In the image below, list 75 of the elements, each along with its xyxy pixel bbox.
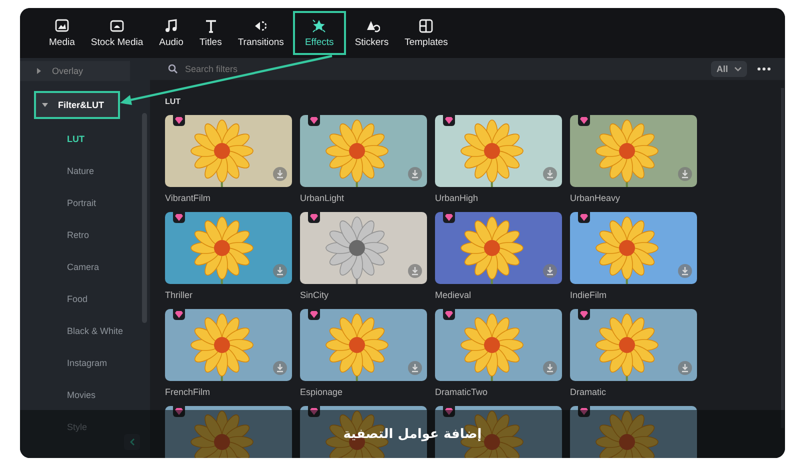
filter-thumbnail[interactable] bbox=[300, 309, 427, 381]
scrollbar[interactable] bbox=[781, 88, 784, 428]
subcategory-item[interactable]: Instagram bbox=[20, 347, 150, 379]
filter-name: IndieFilm bbox=[570, 290, 607, 300]
filter-thumbnail[interactable] bbox=[165, 309, 292, 381]
filter-thumbnail[interactable] bbox=[435, 309, 562, 381]
chevron-left-icon bbox=[129, 438, 135, 446]
tab[interactable]: Transitions bbox=[230, 11, 291, 55]
subcategory-item[interactable]: LUT bbox=[20, 123, 150, 155]
subcategory-item[interactable]: Movies bbox=[20, 379, 150, 411]
caret-right-icon bbox=[36, 68, 42, 74]
filter-thumbnail[interactable] bbox=[570, 115, 697, 187]
subcategory-item[interactable]: Nature bbox=[20, 155, 150, 187]
filter-thumbnail[interactable] bbox=[300, 115, 427, 187]
filter-thumbnail[interactable] bbox=[300, 212, 427, 284]
image-icon bbox=[54, 18, 70, 34]
subcategory-item[interactable]: Portrait bbox=[20, 187, 150, 219]
scrollbar[interactable] bbox=[142, 113, 147, 323]
download-icon[interactable] bbox=[273, 264, 287, 278]
subcategory-item[interactable]: Food bbox=[20, 283, 150, 315]
filter-dropdown[interactable]: All bbox=[711, 61, 747, 77]
music-note-icon bbox=[163, 18, 180, 34]
download-icon[interactable] bbox=[678, 264, 692, 278]
caret-down-icon bbox=[42, 102, 48, 108]
filter-name: FrenchFilm bbox=[165, 387, 210, 397]
collapse-button[interactable] bbox=[124, 434, 140, 450]
filter-thumbnail[interactable] bbox=[570, 212, 697, 284]
filter-name: Espionage bbox=[300, 387, 343, 397]
filter-thumbnail[interactable] bbox=[165, 406, 292, 458]
star-wand-icon bbox=[311, 18, 328, 34]
search-field[interactable]: Search filters bbox=[185, 64, 385, 74]
filter-name: Thriller bbox=[165, 290, 193, 300]
download-icon[interactable] bbox=[408, 264, 422, 278]
filter-name: Medieval bbox=[435, 290, 472, 300]
tab[interactable]: Titles bbox=[192, 11, 229, 55]
download-icon[interactable] bbox=[678, 167, 692, 181]
download-icon[interactable] bbox=[273, 361, 287, 375]
tab[interactable]: Templates bbox=[398, 11, 455, 55]
filter-thumbnail[interactable] bbox=[435, 115, 562, 187]
tab[interactable]: Audio bbox=[152, 11, 190, 55]
download-icon[interactable] bbox=[273, 167, 287, 181]
filter-name: UrbanLight bbox=[300, 193, 344, 203]
download-icon[interactable] bbox=[408, 361, 422, 375]
tab[interactable]: Media bbox=[42, 11, 82, 55]
filter-thumbnail[interactable] bbox=[570, 406, 697, 458]
section-title: LUT bbox=[165, 97, 181, 106]
filter-thumbnail[interactable] bbox=[570, 309, 697, 381]
caption-text: إضافة عوامل التصفية bbox=[343, 426, 482, 442]
filter-name: Dramatic bbox=[570, 387, 606, 397]
subcategory-item[interactable]: Camera bbox=[20, 251, 150, 283]
layout-icon bbox=[418, 18, 434, 34]
category-item[interactable]: Overlay bbox=[20, 61, 130, 81]
tab[interactable]: Effects bbox=[292, 11, 346, 55]
filter-thumbnail[interactable] bbox=[435, 212, 562, 284]
filter-name: DramaticTwo bbox=[435, 387, 488, 397]
download-icon[interactable] bbox=[543, 167, 557, 181]
more-options-button[interactable] bbox=[755, 65, 773, 73]
filter-thumbnail[interactable] bbox=[165, 115, 292, 187]
category-item[interactable]: Filter&LUT bbox=[34, 91, 120, 119]
subcategory-item[interactable]: Black & White bbox=[20, 315, 150, 347]
filter-name: VibrantFilm bbox=[165, 193, 210, 203]
filter-name: SinCity bbox=[300, 290, 329, 300]
chevron-down-icon bbox=[734, 66, 742, 72]
download-icon[interactable] bbox=[408, 167, 422, 181]
more-icon bbox=[757, 67, 771, 71]
tab[interactable]: Stickers bbox=[348, 11, 396, 55]
search-icon bbox=[168, 64, 178, 74]
filter-name: UrbanHeavy bbox=[570, 193, 620, 203]
tab[interactable]: Stock Media bbox=[84, 11, 150, 55]
filter-thumbnail[interactable] bbox=[165, 212, 292, 284]
subcategory-item[interactable]: Retro bbox=[20, 219, 150, 251]
download-icon[interactable] bbox=[543, 361, 557, 375]
download-icon[interactable] bbox=[543, 264, 557, 278]
download-icon[interactable] bbox=[678, 361, 692, 375]
filter-name: UrbanHigh bbox=[435, 193, 478, 203]
